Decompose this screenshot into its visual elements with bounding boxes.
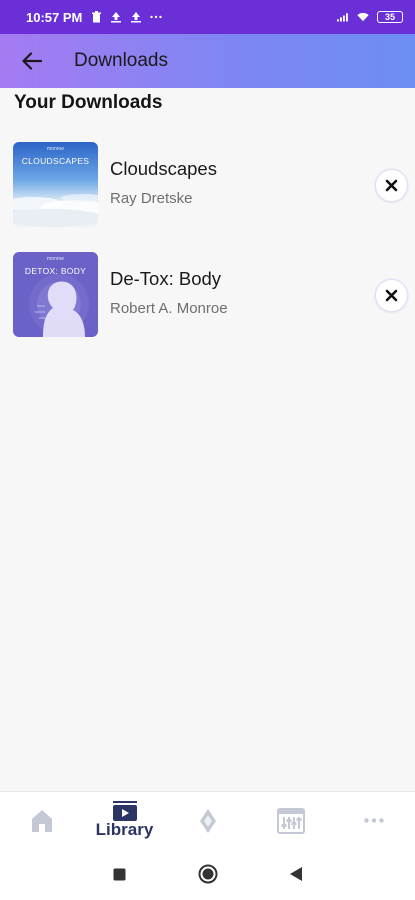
nav-home[interactable]: [0, 792, 83, 849]
back-triangle-icon: [289, 867, 302, 881]
upload-icon: [130, 11, 142, 23]
cover-title: CLOUDSCAPES: [21, 156, 90, 166]
upload-icon: [110, 11, 122, 23]
cover-brand: monroe: [47, 146, 64, 152]
signal-icon: [337, 11, 349, 23]
status-time: 10:57 PM: [26, 9, 83, 25]
recent-apps-icon: [113, 868, 126, 880]
cover-art: monroe CLOUDSCAPES: [13, 142, 98, 227]
remove-download-button[interactable]: [376, 170, 407, 201]
bottom-nav: Library: [0, 791, 415, 849]
battery-icon: 35: [377, 11, 403, 23]
home-icon: [31, 809, 52, 832]
diamond-icon: [199, 808, 216, 833]
item-author: Robert A. Monroe: [110, 300, 228, 317]
item-title: De-Tox: Body: [110, 268, 222, 289]
status-left: 10:57 PM: [26, 9, 163, 25]
status-right: 35: [337, 11, 403, 23]
nav-explore[interactable]: [166, 792, 249, 849]
system-back-button[interactable]: [284, 862, 308, 886]
library-icon: [112, 801, 137, 821]
nav-more[interactable]: [332, 792, 415, 849]
status-bar: 10:57 PM 35: [0, 0, 415, 34]
remove-download-button[interactable]: [376, 280, 407, 311]
list-item[interactable]: monroe DETOX: BODY De-Tox: Body Robert A…: [13, 252, 407, 338]
nav-mixer[interactable]: [249, 792, 332, 849]
page-title: Downloads: [74, 50, 168, 71]
back-button[interactable]: [14, 43, 50, 79]
equalizer-icon: [276, 807, 305, 834]
list-item[interactable]: monroe CLOUDSCAPES Cloudscapes Ray Drets…: [13, 142, 407, 228]
recent-apps-button[interactable]: [108, 862, 132, 886]
cover-brand: monroe: [47, 256, 64, 262]
nav-library[interactable]: Library: [83, 792, 166, 849]
system-nav-bar: [0, 848, 415, 900]
nav-library-label: Library: [95, 820, 154, 839]
trash-icon: [90, 11, 102, 23]
more-dots-icon: [150, 11, 163, 23]
cover-art: monroe DETOX: BODY: [13, 252, 98, 337]
more-icon: [363, 818, 384, 823]
section-title: Your Downloads: [14, 92, 163, 113]
home-circle-icon: [198, 864, 217, 884]
item-author: Ray Dretske: [110, 190, 193, 207]
item-title: Cloudscapes: [110, 158, 217, 179]
cover-title: DETOX: BODY: [24, 266, 87, 276]
close-icon: [385, 179, 398, 192]
arrow-left-icon: [22, 52, 42, 70]
wifi-icon: [357, 11, 369, 23]
system-home-button[interactable]: [196, 862, 220, 886]
app-header: Downloads: [0, 34, 415, 88]
close-icon: [385, 289, 398, 302]
